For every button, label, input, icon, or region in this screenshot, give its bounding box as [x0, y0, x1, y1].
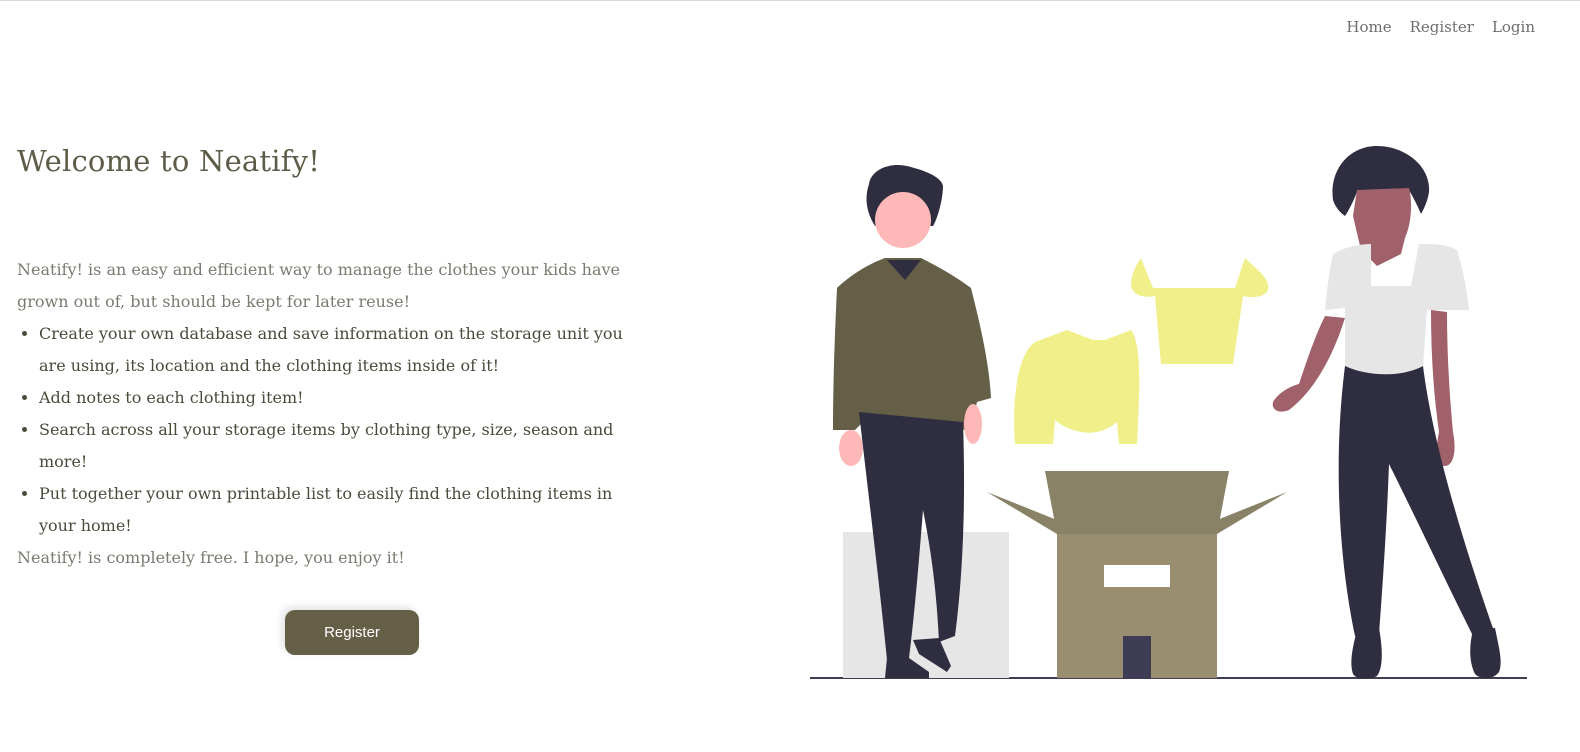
woman-shoe-right — [1470, 628, 1501, 679]
blouse-icon — [1131, 258, 1269, 364]
woman-shoe-left — [1351, 628, 1382, 679]
nav-register-link[interactable]: Register — [1410, 18, 1474, 36]
woman-left-arm — [1272, 316, 1345, 412]
intro-text: Neatify! is an easy and efficient way to… — [17, 260, 620, 311]
feature-item: Put together your own printable list to … — [39, 478, 637, 542]
nav-login-link[interactable]: Login — [1492, 18, 1535, 36]
man-shirt — [833, 258, 991, 430]
feature-item: Add notes to each clothing item! — [39, 382, 637, 414]
feature-item: Create your own database and save inform… — [39, 318, 637, 382]
box-flap-right — [1217, 492, 1287, 534]
feature-list: Create your own database and save inform… — [17, 318, 637, 542]
sweater-icon — [1014, 330, 1140, 444]
register-button[interactable]: Register — [285, 610, 419, 655]
hero-illustration — [810, 146, 1527, 679]
woman-figure — [1272, 146, 1501, 679]
page-title: Welcome to Neatify! — [17, 144, 321, 178]
intro-section: Neatify! is an easy and efficient way to… — [17, 254, 637, 574]
top-border — [0, 0, 1580, 1]
box-flap-left — [987, 492, 1057, 534]
man-left-hand — [839, 430, 863, 466]
feature-item: Search across all your storage items by … — [39, 414, 637, 478]
man-face — [875, 192, 931, 248]
man-right-hand — [964, 404, 982, 444]
box-label — [1104, 565, 1170, 587]
box-door — [1123, 636, 1151, 678]
outro-text: Neatify! is completely free. I hope, you… — [17, 548, 405, 567]
top-nav: Home Register Login — [1346, 18, 1535, 36]
woman-legs — [1338, 366, 1495, 640]
box-lid — [1045, 471, 1229, 534]
nav-home-link[interactable]: Home — [1346, 18, 1391, 36]
